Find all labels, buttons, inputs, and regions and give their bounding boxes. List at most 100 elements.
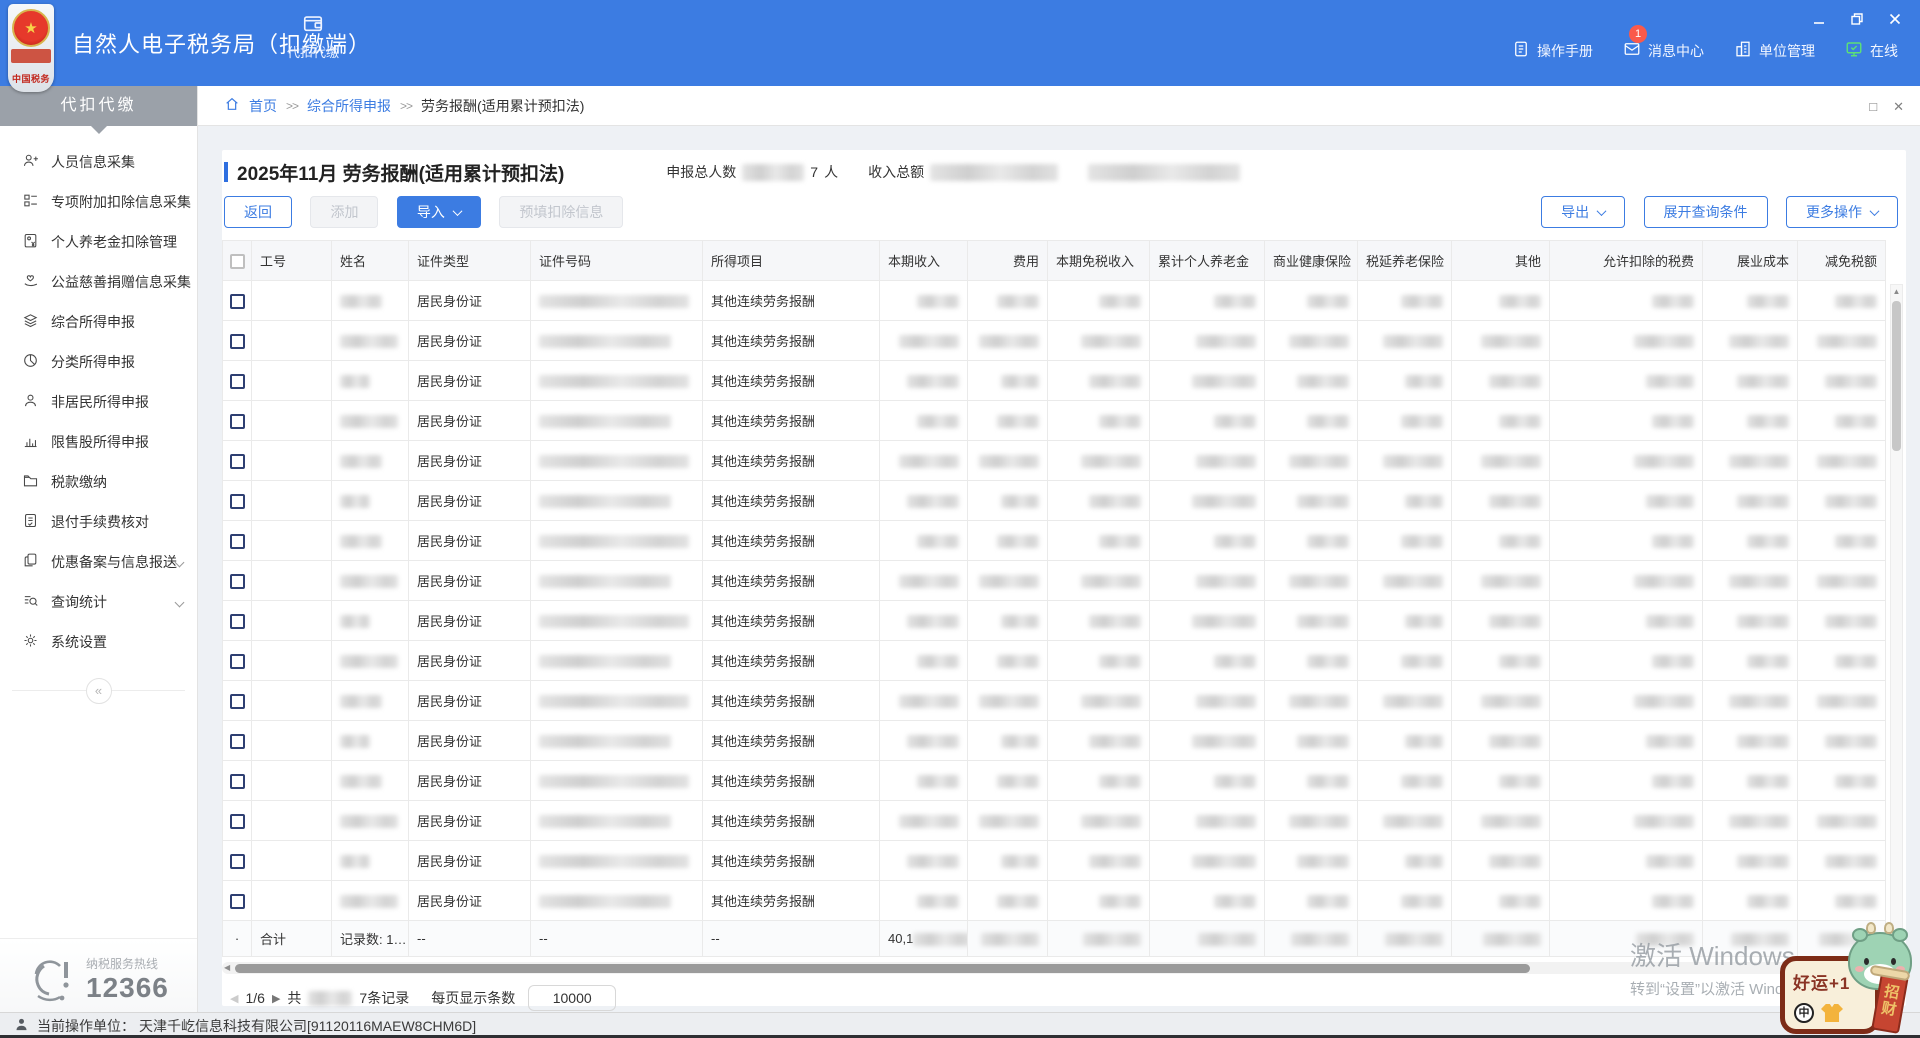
toolbar: 返回 添加 导入 预填扣除信息 导出 展开查询条件 更多操作 — [224, 196, 1898, 230]
row-checkbox[interactable] — [229, 533, 245, 549]
module-tab-withholding[interactable]: 代扣代缴 — [278, 12, 348, 61]
row-checkbox[interactable] — [229, 333, 245, 349]
minimize-button[interactable] — [1810, 10, 1828, 28]
sidebar-item[interactable]: 系统设置 — [0, 622, 197, 662]
wallet-icon — [302, 16, 324, 38]
row-checkbox[interactable] — [229, 773, 245, 789]
nav-message-center[interactable]: 1 消息中心 — [1623, 25, 1704, 61]
more-actions-button[interactable]: 更多操作 — [1786, 196, 1898, 228]
total-cell: -- — [702, 920, 880, 957]
cell-deferred-pension-insurance — [1357, 800, 1452, 841]
total-cell: 合计 — [251, 920, 332, 957]
sidebar-item[interactable]: 查询统计 — [0, 582, 197, 622]
row-checkbox[interactable] — [229, 413, 245, 429]
cell-other — [1451, 360, 1550, 401]
sidebar-item[interactable]: 税款缴纳 — [0, 462, 197, 502]
cell-cert-number — [530, 880, 703, 921]
redacted-name — [340, 575, 398, 589]
redacted-amount — [1405, 855, 1443, 869]
scroll-left-arrow-icon[interactable]: ◀ — [224, 963, 230, 973]
sidebar-item[interactable]: 公益慈善捐赠信息采集 — [0, 262, 197, 302]
cell-cert-type: 居民身份证 — [408, 360, 531, 401]
redacted-income-total-2 — [1088, 163, 1241, 181]
redacted-cert-number — [539, 415, 671, 429]
cell-fee — [967, 280, 1048, 321]
person-icon — [22, 392, 39, 412]
restore-button[interactable] — [1848, 10, 1866, 28]
redacted-amount — [1214, 655, 1256, 669]
row-checkbox[interactable] — [229, 733, 245, 749]
cell-current-income — [879, 720, 968, 761]
total-cell — [1264, 920, 1358, 957]
scroll-up-arrow-icon[interactable]: ▲ — [1891, 285, 1902, 299]
row-checkbox[interactable] — [229, 893, 245, 909]
cell-business-cost — [1702, 520, 1798, 561]
prefill-deduction-button[interactable]: 预填扣除信息 — [499, 196, 624, 228]
add-button[interactable]: 添加 — [310, 196, 379, 228]
per-page-select[interactable]: 10000 — [528, 985, 617, 1011]
module-label: 代扣代缴 — [286, 45, 339, 60]
vertical-scroll-thumb[interactable] — [1892, 301, 1901, 451]
sidebar-item[interactable]: 个人养老金扣除管理 — [0, 222, 197, 262]
tab-close-icon[interactable]: ✕ — [1893, 100, 1904, 113]
sidebar-item[interactable]: 专项附加扣除信息采集 — [0, 182, 197, 222]
cell-tax-reduction — [1797, 480, 1886, 521]
breadcrumb-home[interactable]: 首页 — [249, 96, 277, 116]
message-count-badge: 1 — [1629, 25, 1647, 43]
row-checkbox[interactable] — [229, 693, 245, 709]
table-row: 居民身份证 其他连续劳务报酬 — [222, 560, 1886, 601]
row-checkbox[interactable] — [229, 613, 245, 629]
row-checkbox[interactable] — [229, 813, 245, 829]
nav-online-status[interactable]: 在线 — [1845, 40, 1898, 61]
breadcrumb-level2[interactable]: 综合所得申报 — [307, 96, 391, 116]
sidebar-item[interactable]: 退付手续费核对 — [0, 502, 197, 542]
sidebar-collapse-button[interactable]: « — [85, 678, 112, 704]
sidebar-item[interactable]: 限售股所得申报 — [0, 422, 197, 462]
redacted-amount — [1499, 655, 1541, 669]
nav-manual[interactable]: 操作手册 — [1512, 40, 1593, 61]
tax-bureau-logo: ★ 中国税务 — [8, 4, 54, 92]
row-checkbox[interactable] — [229, 493, 245, 509]
export-button[interactable]: 导出 — [1541, 196, 1626, 228]
nav-org-management[interactable]: 单位管理 — [1734, 40, 1815, 61]
redacted-amount — [917, 655, 959, 669]
cell-business-cost — [1702, 840, 1798, 881]
total-cell — [1149, 920, 1265, 957]
row-checkbox[interactable] — [229, 373, 245, 389]
cell-business-cost — [1702, 280, 1798, 321]
redacted-amount — [1291, 933, 1349, 947]
message-mail-icon — [1623, 40, 1641, 61]
redacted-declare-count — [742, 163, 805, 181]
import-button[interactable]: 导入 — [396, 196, 481, 228]
sidebar-item[interactable]: 综合所得申报 — [0, 302, 197, 342]
list-grid-icon — [22, 192, 39, 212]
close-button[interactable] — [1886, 10, 1904, 28]
redacted-amount — [1646, 495, 1694, 509]
prev-page-icon[interactable]: ◀ — [230, 992, 238, 1005]
next-page-icon[interactable]: ▶ — [272, 992, 280, 1005]
chevron-down-icon — [1596, 205, 1607, 216]
horizontal-scrollbar[interactable]: ◀ — [222, 962, 1898, 974]
row-checkbox[interactable] — [229, 573, 245, 589]
cell-income-item: 其他连续劳务报酬 — [702, 640, 880, 681]
cell-deferred-pension-insurance — [1357, 560, 1452, 601]
row-checkbox[interactable] — [229, 653, 245, 669]
redacted-amount — [1289, 815, 1349, 829]
horizontal-scroll-thumb[interactable] — [235, 963, 1530, 973]
tab-maximize-icon[interactable]: □ — [1869, 100, 1877, 113]
expand-query-button[interactable]: 展开查询条件 — [1643, 196, 1768, 228]
vertical-scrollbar[interactable]: ▲ — [1890, 284, 1903, 956]
back-button[interactable]: 返回 — [224, 196, 292, 228]
sidebar-item[interactable]: 优惠备案与信息报送 — [0, 542, 197, 582]
redacted-amount — [1196, 575, 1256, 589]
sidebar-item[interactable]: 非居民所得申报 — [0, 382, 197, 422]
row-checkbox[interactable] — [229, 293, 245, 309]
row-checkbox[interactable] — [229, 853, 245, 869]
sidebar-item[interactable]: 人员信息采集 — [0, 142, 197, 182]
row-checkbox[interactable] — [229, 453, 245, 469]
select-all-checkbox[interactable] — [229, 253, 245, 269]
sidebar-item[interactable]: 分类所得申报 — [0, 342, 197, 382]
redacted-amount — [1081, 575, 1141, 589]
cell-fee — [967, 520, 1048, 561]
cell-tax-free-income — [1047, 840, 1150, 881]
